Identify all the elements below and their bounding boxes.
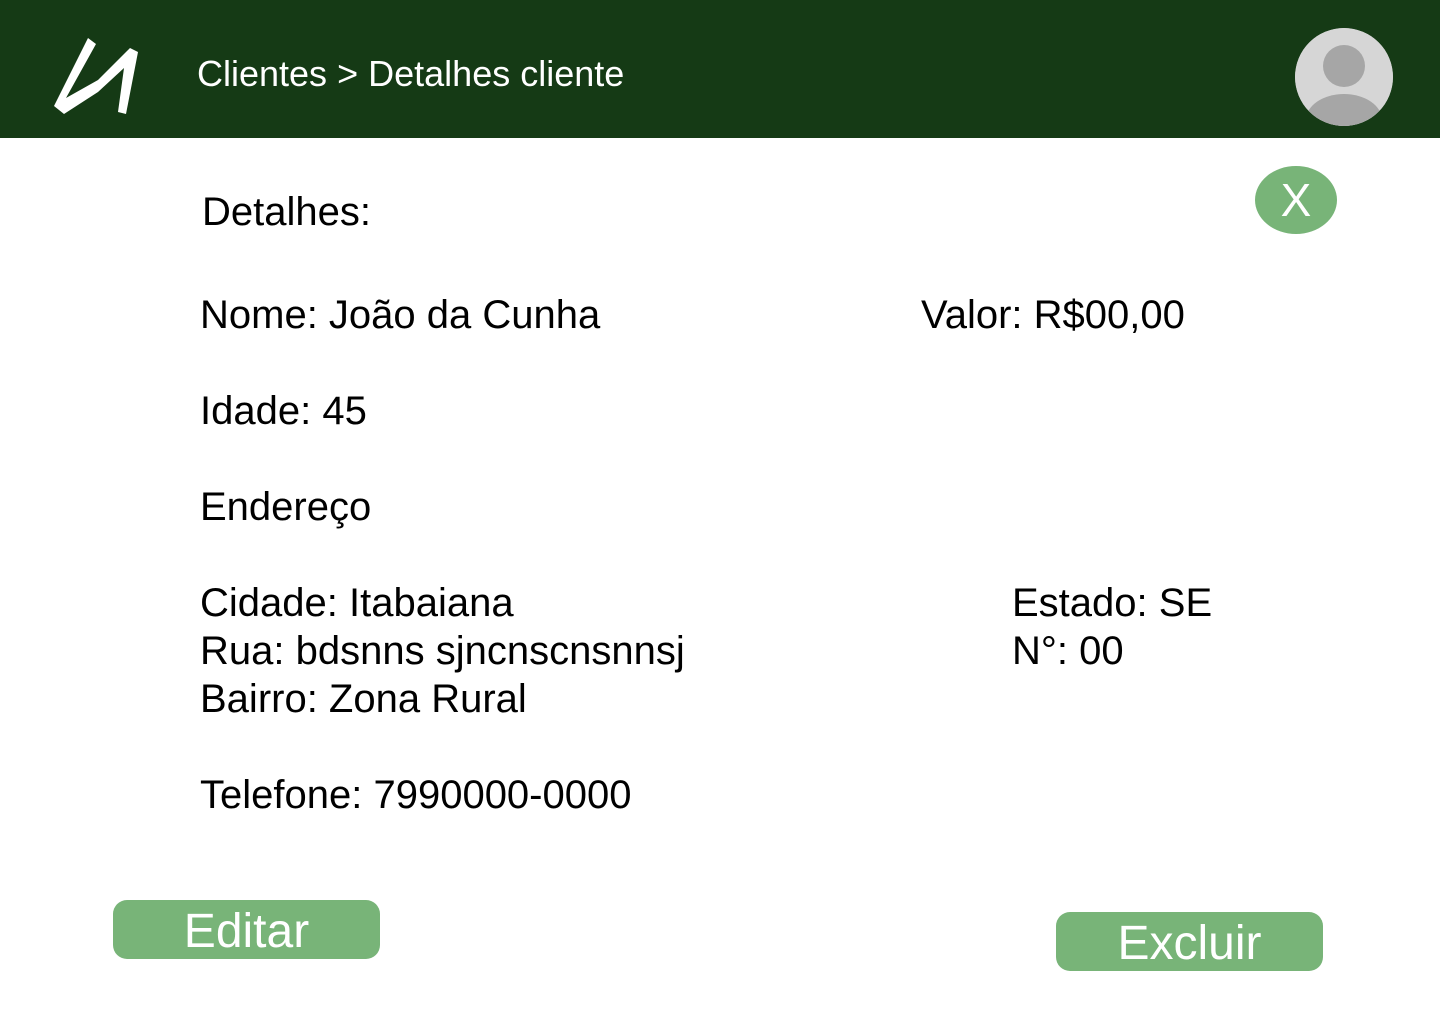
close-button[interactable]: X — [1255, 166, 1337, 234]
edit-button[interactable]: Editar — [113, 900, 380, 959]
top-bar: Clientes > Detalhes cliente — [0, 0, 1440, 138]
details-title: Detalhes: — [202, 190, 371, 234]
delete-button[interactable]: Excluir — [1056, 912, 1323, 971]
field-rua: Rua: bdsnns sjncnscnsnnsj — [200, 629, 685, 673]
field-cidade: Cidade: Itabaiana — [200, 581, 514, 625]
logo-icon[interactable] — [52, 34, 140, 118]
user-avatar-icon[interactable] — [1295, 28, 1393, 126]
field-telefone: Telefone: 7990000-0000 — [200, 773, 632, 817]
breadcrumb: Clientes > Detalhes cliente — [197, 52, 624, 96]
field-estado: Estado: SE — [1012, 581, 1213, 625]
field-idade: Idade: 45 — [200, 389, 367, 433]
address-heading: Endereço — [200, 485, 372, 529]
breadcrumb-separator: > — [337, 53, 359, 94]
field-bairro: Bairro: Zona Rural — [200, 677, 527, 721]
field-valor: Valor: R$00,00 — [921, 293, 1185, 337]
field-nome: Nome: João da Cunha — [200, 293, 601, 337]
field-numero: N°: 00 — [1012, 629, 1124, 673]
breadcrumb-parent[interactable]: Clientes — [197, 53, 327, 94]
breadcrumb-current: Detalhes cliente — [368, 53, 625, 94]
